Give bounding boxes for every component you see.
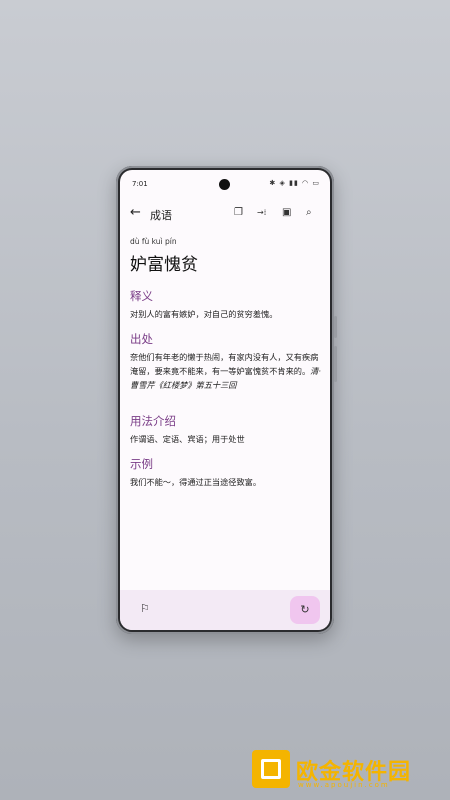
refresh-button[interactable]: ↻ bbox=[290, 596, 320, 624]
status-icons: ✱ ◈ ▮▮ ◠ ▭ bbox=[269, 179, 320, 187]
expand-icon[interactable]: →⁞ bbox=[257, 207, 266, 219]
idiom-word: 妒富愧贫 bbox=[130, 255, 198, 275]
status-time: 7:01 bbox=[132, 180, 148, 188]
app-title: 成语 bbox=[150, 209, 172, 222]
power-button bbox=[334, 346, 337, 382]
usage-body: 作谓语、定语、宾语；用于处世 bbox=[130, 434, 245, 444]
meaning-title: 释义 bbox=[130, 289, 153, 303]
image-icon[interactable]: ▣ bbox=[282, 207, 291, 219]
pinyin: dù fù kuì pín bbox=[130, 237, 177, 246]
origin-body: 奈他们有年老的懒于热闹，有家内没有人，又有疾病淹留，要来竟不能来，有一等妒富愧贫… bbox=[130, 350, 322, 392]
camera-cutout bbox=[219, 179, 230, 190]
watermark: 欧金软件园 www.apoujin.com bbox=[252, 750, 442, 794]
example-body: 我们不能～，得通过正当途径致富。 bbox=[130, 477, 262, 487]
status-bar: 7:01 ✱ ◈ ▮▮ ◠ ▭ bbox=[120, 170, 330, 192]
screen: 7:01 ✱ ◈ ▮▮ ◠ ▭ ← 成语 ❐ →⁞ ▣ ⌕ dù fù kuì … bbox=[120, 170, 330, 630]
refresh-icon: ↻ bbox=[300, 603, 310, 616]
watermark-url: www.apoujin.com bbox=[298, 781, 390, 789]
collection-icon[interactable]: ❐ bbox=[234, 207, 243, 219]
bottom-bar: ⚐ ↻ bbox=[120, 590, 330, 630]
app-bar: ← 成语 ❐ →⁞ ▣ ⌕ bbox=[120, 202, 330, 226]
example-title: 示例 bbox=[130, 457, 153, 471]
meaning-body: 对别人的富有嫉妒，对自己的贫穷羞愧。 bbox=[130, 309, 278, 319]
volume-button bbox=[334, 316, 337, 338]
origin-title: 出处 bbox=[130, 332, 153, 346]
search-icon[interactable]: ⌕ bbox=[306, 207, 312, 219]
back-arrow-icon[interactable]: ← bbox=[130, 206, 141, 220]
phone-frame: 7:01 ✱ ◈ ▮▮ ◠ ▭ ← 成语 ❐ →⁞ ▣ ⌕ dù fù kuì … bbox=[116, 166, 337, 634]
bookmark-icon[interactable]: ⚐ bbox=[140, 602, 150, 615]
origin-text: 奈他们有年老的懒于热闹，有家内没有人，又有疾病淹留，要来竟不能来，有一等妒富愧贫… bbox=[130, 352, 319, 376]
usage-title: 用法介绍 bbox=[130, 414, 176, 428]
watermark-logo-icon bbox=[252, 750, 290, 788]
